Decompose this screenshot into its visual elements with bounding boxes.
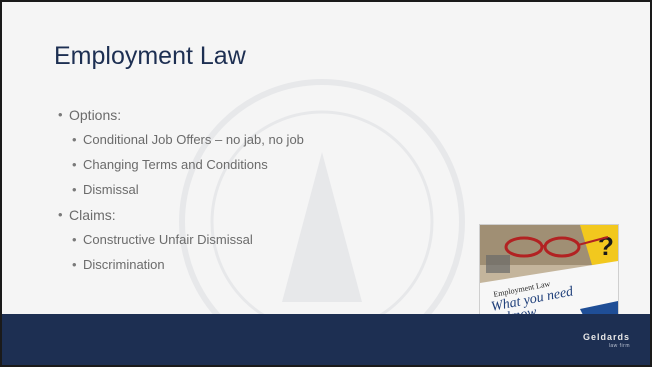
- bullet-text: Discrimination: [83, 257, 165, 272]
- photo-illustration: ? Employment Law What you need to know: [480, 225, 618, 325]
- slide: Employment Law • Options: • Conditional Jo…: [2, 2, 650, 365]
- brand-tagline: law firm: [608, 343, 630, 349]
- bullet-item: • Dismissal: [58, 181, 304, 206]
- bullet-item: • Claims:: [58, 206, 304, 231]
- bullet-text: Conditional Job Offers – no jab, no job: [83, 132, 304, 147]
- bullet-dot: •: [72, 232, 77, 247]
- footer-bar: Geldards law firm: [2, 314, 650, 365]
- bullet-item: • Changing Terms and Conditions: [58, 156, 304, 181]
- bullet-text: Constructive Unfair Dismissal: [83, 232, 253, 247]
- bullet-text: Dismissal: [83, 182, 139, 197]
- slide-title: Employment Law: [54, 42, 246, 70]
- bullet-list: • Options: • Conditional Job Offers – no j…: [58, 106, 304, 281]
- brand-logo: Geldards law firm: [583, 332, 630, 349]
- bullet-dot: •: [58, 107, 63, 122]
- bullet-item: • Conditional Job Offers – no jab, no job: [58, 131, 304, 156]
- bullet-dot: •: [72, 257, 77, 272]
- employment-law-photo: ? Employment Law What you need to know: [479, 224, 619, 326]
- bullet-item: • Constructive Unfair Dismissal: [58, 231, 304, 256]
- bullet-item: • Options:: [58, 106, 304, 131]
- bullet-dot: •: [58, 207, 63, 222]
- bullet-item: • Discrimination: [58, 256, 304, 281]
- bullet-dot: •: [72, 157, 77, 172]
- bullet-text: Changing Terms and Conditions: [83, 157, 268, 172]
- bullet-dot: •: [72, 182, 77, 197]
- bullet-dot: •: [72, 132, 77, 147]
- bullet-text: Claims:: [69, 207, 116, 223]
- question-mark-icon: ?: [598, 231, 614, 261]
- crest-icon: [486, 255, 510, 273]
- brand-name: Geldards: [582, 332, 630, 342]
- bullet-text: Options:: [69, 107, 122, 123]
